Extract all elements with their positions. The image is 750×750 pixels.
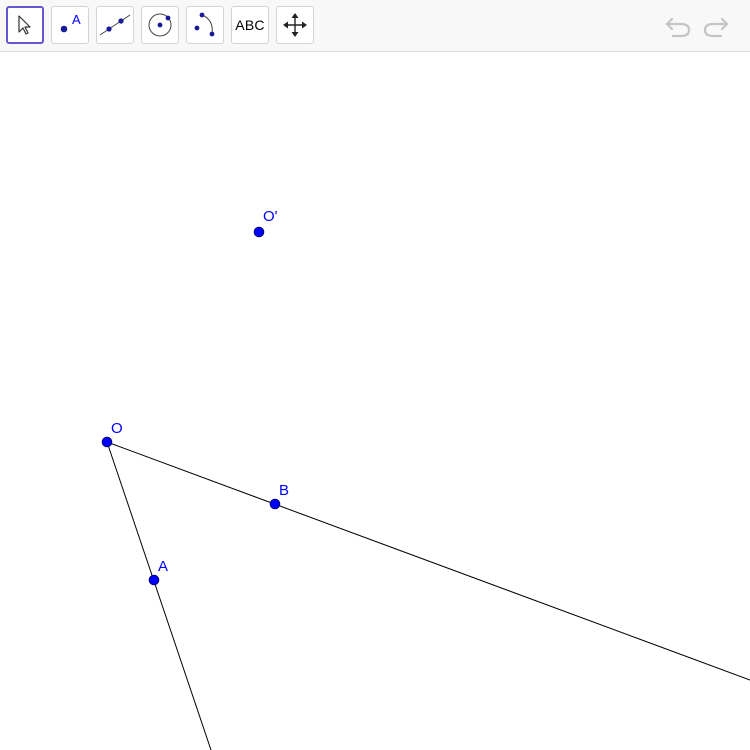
point-tool-label: A [72, 12, 81, 27]
line-through-two-points-icon [99, 14, 131, 36]
four-way-arrow-icon [283, 13, 307, 37]
point-A-label: A [158, 558, 168, 575]
toolbar: A ABC [0, 0, 750, 52]
redo-button[interactable] [700, 12, 732, 40]
undo-icon [665, 17, 691, 38]
undo-button[interactable] [662, 12, 694, 40]
ray-OA[interactable] [106, 441, 212, 750]
line-tool-button[interactable] [96, 6, 134, 44]
cursor-arrow-icon [18, 15, 31, 35]
point-O[interactable]: O [101, 420, 123, 448]
point-O-label: O [111, 420, 123, 437]
ray-OB[interactable] [106, 441, 750, 681]
text-tool-button[interactable]: ABC [231, 6, 269, 44]
circle-tool-button[interactable] [141, 6, 179, 44]
circle-with-center-icon [148, 13, 172, 37]
move-tool-button[interactable] [6, 6, 44, 44]
point-B[interactable]: B [269, 482, 289, 510]
point-tool-button[interactable]: A [51, 6, 89, 44]
graphics-view[interactable]: O' O A B [0, 53, 750, 750]
point-B-label: B [279, 482, 289, 499]
arc-three-points-icon [194, 12, 215, 37]
redo-icon [703, 17, 729, 38]
point-O-prime[interactable]: O' [253, 208, 278, 238]
text-tool-label: ABC [235, 17, 265, 33]
geometry-canvas[interactable]: O' O A B [0, 53, 750, 750]
point-icon: A [60, 12, 81, 33]
move-graphics-view-tool-button[interactable] [276, 6, 314, 44]
point-O-prime-label: O' [263, 208, 278, 225]
arc-tool-button[interactable] [186, 6, 224, 44]
point-A[interactable]: A [148, 558, 168, 586]
